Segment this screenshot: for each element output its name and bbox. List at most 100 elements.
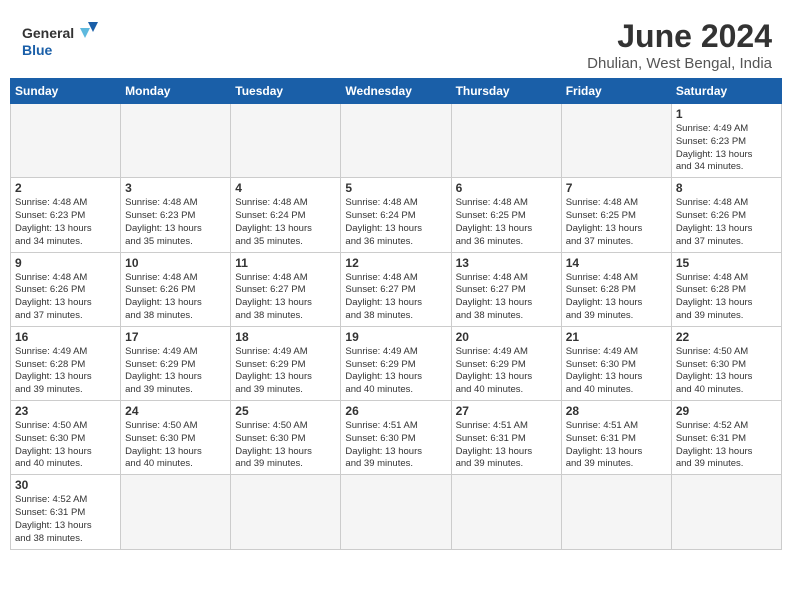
calendar-cell: 30 Sunrise: 4:52 AMSunset: 6:31 PMDayligh… <box>11 475 121 549</box>
day-number: 17 <box>125 330 226 344</box>
day-number: 5 <box>345 181 446 195</box>
day-info: Sunrise: 4:48 AMSunset: 6:28 PMDaylight:… <box>566 272 667 323</box>
calendar-cell: 6 Sunrise: 4:48 AMSunset: 6:25 PMDaylight… <box>451 178 561 252</box>
weekday-header-sunday: Sunday <box>11 79 121 104</box>
weekday-header-saturday: Saturday <box>671 79 781 104</box>
weekday-header-thursday: Thursday <box>451 79 561 104</box>
day-info: Sunrise: 4:48 AMSunset: 6:25 PMDaylight:… <box>456 197 557 248</box>
month-year-title: June 2024 <box>587 18 772 55</box>
day-number: 12 <box>345 256 446 270</box>
calendar-cell: 12 Sunrise: 4:48 AMSunset: 6:27 PMDayligh… <box>341 252 451 326</box>
calendar-cell: 23 Sunrise: 4:50 AMSunset: 6:30 PMDayligh… <box>11 401 121 475</box>
day-info: Sunrise: 4:49 AMSunset: 6:29 PMDaylight:… <box>125 346 226 397</box>
day-info: Sunrise: 4:50 AMSunset: 6:30 PMDaylight:… <box>676 346 777 397</box>
day-number: 10 <box>125 256 226 270</box>
day-number: 9 <box>15 256 116 270</box>
calendar-cell <box>121 475 231 549</box>
calendar-cell <box>341 104 451 178</box>
day-number: 11 <box>235 256 336 270</box>
day-number: 30 <box>15 478 116 492</box>
calendar-cell: 18Sunrise: 4:49 AMSunset: 6:29 PMDayligh… <box>231 326 341 400</box>
day-info: Sunrise: 4:51 AMSunset: 6:30 PMDaylight:… <box>345 420 446 471</box>
calendar-cell <box>451 104 561 178</box>
calendar-cell: 4 Sunrise: 4:48 AMSunset: 6:24 PMDaylight… <box>231 178 341 252</box>
svg-text:Blue: Blue <box>22 42 53 58</box>
day-number: 26 <box>345 404 446 418</box>
calendar-cell: 5 Sunrise: 4:48 AMSunset: 6:24 PMDaylight… <box>341 178 451 252</box>
day-number: 28 <box>566 404 667 418</box>
day-info: Sunrise: 4:48 AMSunset: 6:27 PMDaylight:… <box>235 272 336 323</box>
calendar-table: SundayMondayTuesdayWednesdayThursdayFrid… <box>10 78 782 550</box>
day-number: 21 <box>566 330 667 344</box>
calendar-cell: 24 Sunrise: 4:50 AMSunset: 6:30 PMDayligh… <box>121 401 231 475</box>
calendar-cell: 19Sunrise: 4:49 AMSunset: 6:29 PMDayligh… <box>341 326 451 400</box>
day-info: Sunrise: 4:48 AMSunset: 6:24 PMDaylight:… <box>345 197 446 248</box>
weekday-header-monday: Monday <box>121 79 231 104</box>
day-info: Sunrise: 4:50 AMSunset: 6:30 PMDaylight:… <box>15 420 116 471</box>
weekday-header-tuesday: Tuesday <box>231 79 341 104</box>
calendar-cell <box>231 475 341 549</box>
day-number: 23 <box>15 404 116 418</box>
day-number: 2 <box>15 181 116 195</box>
calendar-cell <box>11 104 121 178</box>
day-number: 4 <box>235 181 336 195</box>
day-info: Sunrise: 4:48 AMSunset: 6:28 PMDaylight:… <box>676 272 777 323</box>
day-number: 6 <box>456 181 557 195</box>
day-number: 1 <box>676 107 777 121</box>
day-number: 15 <box>676 256 777 270</box>
day-info: Sunrise: 4:52 AMSunset: 6:31 PMDaylight:… <box>676 420 777 471</box>
calendar-cell <box>451 475 561 549</box>
calendar-cell: 14 Sunrise: 4:48 AMSunset: 6:28 PMDayligh… <box>561 252 671 326</box>
calendar-cell: 9 Sunrise: 4:48 AMSunset: 6:26 PMDaylight… <box>11 252 121 326</box>
day-info: Sunrise: 4:48 AMSunset: 6:27 PMDaylight:… <box>345 272 446 323</box>
day-info: Sunrise: 4:48 AMSunset: 6:26 PMDaylight:… <box>125 272 226 323</box>
calendar-cell: 17 Sunrise: 4:49 AMSunset: 6:29 PMDayligh… <box>121 326 231 400</box>
day-number: 18 <box>235 330 336 344</box>
calendar-cell: 22 Sunrise: 4:50 AMSunset: 6:30 PMDayligh… <box>671 326 781 400</box>
calendar-cell: 1 Sunrise: 4:49 AMSunset: 6:23 PMDaylight… <box>671 104 781 178</box>
calendar-cell: 2 Sunrise: 4:48 AMSunset: 6:23 PMDaylight… <box>11 178 121 252</box>
calendar-cell: 3Sunrise: 4:48 AMSunset: 6:23 PMDaylight… <box>121 178 231 252</box>
calendar-cell <box>561 475 671 549</box>
day-info: Sunrise: 4:51 AMSunset: 6:31 PMDaylight:… <box>566 420 667 471</box>
day-info: Sunrise: 4:48 AMSunset: 6:23 PMDaylight:… <box>15 197 116 248</box>
calendar-cell <box>671 475 781 549</box>
day-info: Sunrise: 4:48 AMSunset: 6:27 PMDaylight:… <box>456 272 557 323</box>
day-number: 27 <box>456 404 557 418</box>
calendar-cell: 10 Sunrise: 4:48 AMSunset: 6:26 PMDayligh… <box>121 252 231 326</box>
day-number: 24 <box>125 404 226 418</box>
day-number: 20 <box>456 330 557 344</box>
day-info: Sunrise: 4:49 AMSunset: 6:23 PMDaylight:… <box>676 123 777 174</box>
day-number: 22 <box>676 330 777 344</box>
header-area: General Blue June 2024 Dhulian, West Ben… <box>10 10 782 78</box>
calendar-cell <box>231 104 341 178</box>
day-info: Sunrise: 4:48 AMSunset: 6:25 PMDaylight:… <box>566 197 667 248</box>
title-area: June 2024 Dhulian, West Bengal, India <box>587 18 772 72</box>
calendar-cell: 25Sunrise: 4:50 AMSunset: 6:30 PMDayligh… <box>231 401 341 475</box>
day-info: Sunrise: 4:48 AMSunset: 6:26 PMDaylight:… <box>676 197 777 248</box>
day-info: Sunrise: 4:48 AMSunset: 6:26 PMDaylight:… <box>15 272 116 323</box>
day-info: Sunrise: 4:49 AMSunset: 6:28 PMDaylight:… <box>15 346 116 397</box>
calendar-cell: 13Sunrise: 4:48 AMSunset: 6:27 PMDayligh… <box>451 252 561 326</box>
day-info: Sunrise: 4:49 AMSunset: 6:29 PMDaylight:… <box>456 346 557 397</box>
day-number: 16 <box>15 330 116 344</box>
logo: General Blue <box>20 18 100 63</box>
day-number: 14 <box>566 256 667 270</box>
calendar-cell: 27 Sunrise: 4:51 AMSunset: 6:31 PMDayligh… <box>451 401 561 475</box>
calendar-cell: 29 Sunrise: 4:52 AMSunset: 6:31 PMDayligh… <box>671 401 781 475</box>
day-number: 29 <box>676 404 777 418</box>
day-info: Sunrise: 4:50 AMSunset: 6:30 PMDaylight:… <box>235 420 336 471</box>
calendar-cell <box>561 104 671 178</box>
logo-icon: General Blue <box>20 18 100 63</box>
calendar-cell <box>121 104 231 178</box>
calendar-cell: 7Sunrise: 4:48 AMSunset: 6:25 PMDaylight… <box>561 178 671 252</box>
day-number: 8 <box>676 181 777 195</box>
day-info: Sunrise: 4:50 AMSunset: 6:30 PMDaylight:… <box>125 420 226 471</box>
day-number: 19 <box>345 330 446 344</box>
day-info: Sunrise: 4:52 AMSunset: 6:31 PMDaylight:… <box>15 494 116 545</box>
svg-text:General: General <box>22 25 74 41</box>
weekday-header-wednesday: Wednesday <box>341 79 451 104</box>
calendar-cell: 20 Sunrise: 4:49 AMSunset: 6:29 PMDayligh… <box>451 326 561 400</box>
day-info: Sunrise: 4:51 AMSunset: 6:31 PMDaylight:… <box>456 420 557 471</box>
day-info: Sunrise: 4:48 AMSunset: 6:24 PMDaylight:… <box>235 197 336 248</box>
